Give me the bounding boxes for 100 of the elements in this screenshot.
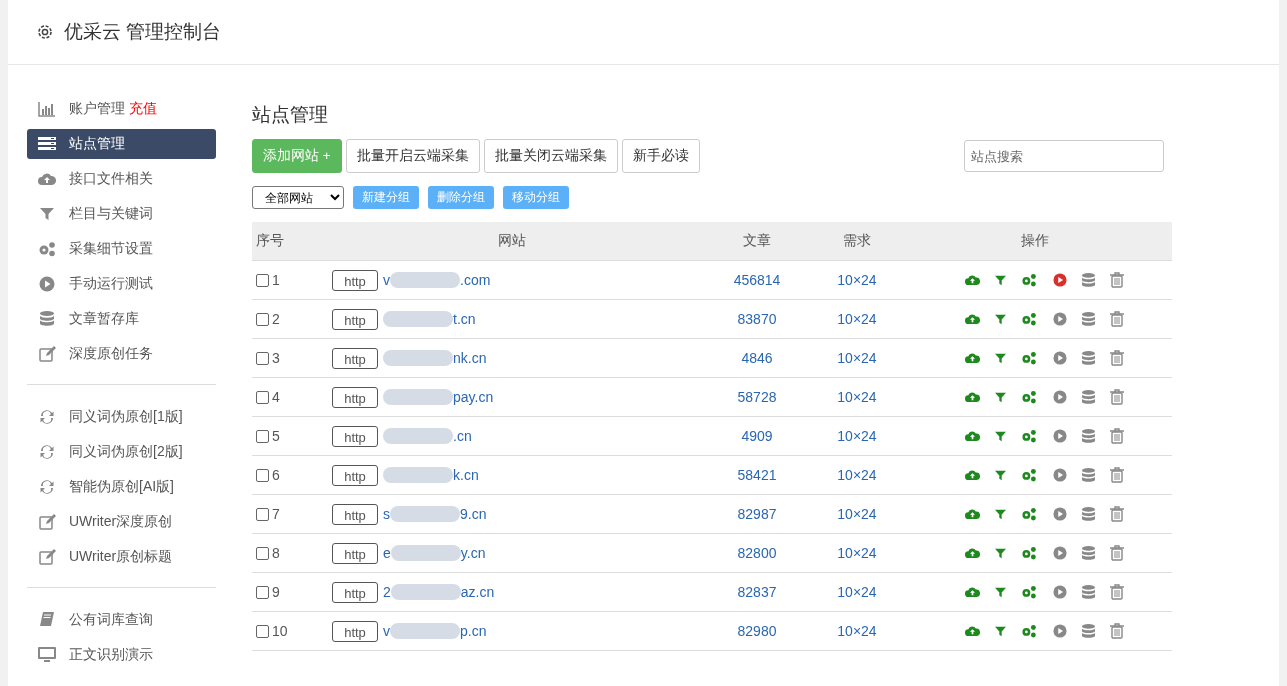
play-icon[interactable] bbox=[1052, 273, 1067, 287]
scheme-button[interactable]: http bbox=[332, 581, 378, 603]
article-count[interactable]: 82837 bbox=[737, 584, 777, 600]
domain-text[interactable]: t.cn bbox=[453, 311, 476, 327]
filter-icon[interactable] bbox=[995, 313, 1006, 325]
scheme-button[interactable]: http bbox=[332, 464, 378, 486]
domain-text[interactable]: az.cn bbox=[460, 584, 495, 600]
domain-text[interactable]: v bbox=[383, 623, 390, 639]
sidebar-item[interactable]: 同义词伪原创[2版] bbox=[27, 437, 216, 467]
cloud-upload-icon[interactable] bbox=[964, 508, 980, 520]
cloud-upload-icon[interactable] bbox=[964, 313, 980, 325]
gears-icon[interactable] bbox=[1021, 546, 1038, 560]
filter-icon[interactable] bbox=[995, 469, 1006, 481]
database-icon[interactable] bbox=[1081, 584, 1095, 600]
gears-icon[interactable] bbox=[1021, 624, 1038, 638]
article-count[interactable]: 82987 bbox=[737, 506, 777, 522]
domain-text[interactable]: p.cn bbox=[460, 623, 487, 639]
gears-icon[interactable] bbox=[1021, 273, 1038, 287]
domain-text[interactable]: nk.cn bbox=[453, 350, 487, 366]
cloud-upload-icon[interactable] bbox=[964, 274, 980, 286]
filter-icon[interactable] bbox=[995, 352, 1006, 364]
play-icon[interactable] bbox=[1052, 507, 1067, 521]
row-checkbox[interactable] bbox=[256, 273, 269, 287]
sidebar-item[interactable]: 深度原创任务 bbox=[27, 339, 216, 369]
row-checkbox[interactable] bbox=[256, 312, 269, 326]
sidebar-item[interactable]: 正文识别演示 bbox=[27, 640, 216, 670]
gears-icon[interactable] bbox=[1021, 507, 1038, 521]
row-checkbox[interactable] bbox=[256, 468, 269, 482]
scheme-button[interactable]: http bbox=[332, 425, 378, 447]
article-count[interactable]: 82800 bbox=[737, 545, 777, 561]
domain-text[interactable]: v bbox=[383, 272, 390, 288]
cloud-upload-icon[interactable] bbox=[964, 391, 980, 403]
database-icon[interactable] bbox=[1081, 545, 1095, 561]
delete-icon[interactable] bbox=[1110, 545, 1125, 561]
scheme-button[interactable]: http bbox=[332, 308, 378, 330]
sidebar-item[interactable]: 站点管理 bbox=[27, 129, 216, 159]
gears-icon[interactable] bbox=[1021, 468, 1038, 482]
gears-icon[interactable] bbox=[1021, 585, 1038, 599]
article-count[interactable]: 83870 bbox=[737, 311, 777, 327]
database-icon[interactable] bbox=[1081, 389, 1095, 405]
search-field[interactable]: 站点搜索 bbox=[964, 140, 1164, 172]
row-checkbox[interactable] bbox=[256, 390, 269, 404]
sidebar-item[interactable]: 公有词库查询 bbox=[27, 605, 216, 635]
sidebar-item[interactable]: 账户管理 充值 bbox=[27, 94, 216, 124]
domain-text[interactable]: 9.cn bbox=[460, 506, 487, 522]
play-icon[interactable] bbox=[1052, 468, 1067, 482]
database-icon[interactable] bbox=[1081, 311, 1095, 327]
delete-icon[interactable] bbox=[1110, 467, 1125, 483]
cloud-upload-icon[interactable] bbox=[964, 586, 980, 598]
database-icon[interactable] bbox=[1081, 350, 1095, 366]
database-icon[interactable] bbox=[1081, 506, 1095, 522]
scheme-button[interactable]: http bbox=[332, 347, 378, 369]
sidebar-item[interactable]: 栏目与关键词 bbox=[27, 199, 216, 229]
delete-icon[interactable] bbox=[1110, 272, 1125, 288]
play-icon[interactable] bbox=[1052, 312, 1067, 326]
toolbar-button[interactable]: 批量关闭云端采集 bbox=[483, 139, 618, 173]
filter-icon[interactable] bbox=[995, 586, 1006, 598]
database-icon[interactable] bbox=[1081, 623, 1095, 639]
sidebar-item[interactable]: 手动运行测试 bbox=[27, 269, 216, 299]
domain-text[interactable]: pay.cn bbox=[453, 389, 494, 405]
toolbar-button[interactable]: 批量开启云端采集 bbox=[345, 139, 480, 173]
filter-icon[interactable] bbox=[995, 430, 1006, 442]
sidebar-item[interactable]: UWriter深度原创 bbox=[27, 507, 216, 537]
article-count[interactable]: 4846 bbox=[741, 350, 773, 366]
scheme-button[interactable]: http bbox=[332, 620, 378, 642]
row-checkbox[interactable] bbox=[256, 351, 269, 365]
cloud-upload-icon[interactable] bbox=[964, 469, 980, 481]
scheme-button[interactable]: http bbox=[332, 503, 378, 525]
delete-icon[interactable] bbox=[1110, 584, 1125, 600]
article-count[interactable]: 456814 bbox=[733, 272, 781, 288]
sidebar-item[interactable]: 文章暂存库 bbox=[27, 304, 216, 334]
play-icon[interactable] bbox=[1052, 585, 1067, 599]
database-icon[interactable] bbox=[1081, 428, 1095, 444]
scheme-button[interactable]: http bbox=[332, 269, 378, 291]
row-checkbox[interactable] bbox=[256, 546, 269, 560]
filter-icon[interactable] bbox=[995, 508, 1006, 520]
group-dropdown[interactable]: 全部网站 bbox=[252, 186, 344, 209]
scheme-button[interactable]: http bbox=[332, 542, 378, 564]
delete-icon[interactable] bbox=[1110, 623, 1125, 639]
sidebar-item[interactable]: UWriter原创标题 bbox=[27, 542, 216, 572]
article-count[interactable]: 4909 bbox=[741, 428, 773, 444]
domain-text[interactable]: .com bbox=[460, 272, 491, 288]
article-count[interactable]: 58421 bbox=[737, 467, 777, 483]
cloud-upload-icon[interactable] bbox=[964, 625, 980, 637]
domain-text[interactable]: s bbox=[383, 506, 390, 522]
domain-text[interactable]: .cn bbox=[453, 428, 472, 444]
row-checkbox[interactable] bbox=[256, 429, 269, 443]
sidebar-item[interactable]: 采集细节设置 bbox=[27, 234, 216, 264]
play-icon[interactable] bbox=[1052, 351, 1067, 365]
filter-icon[interactable] bbox=[995, 391, 1006, 403]
database-icon[interactable] bbox=[1081, 467, 1095, 483]
delete-icon[interactable] bbox=[1110, 389, 1125, 405]
row-checkbox[interactable] bbox=[256, 624, 269, 638]
row-checkbox[interactable] bbox=[256, 585, 269, 599]
sidebar-item[interactable]: 接口文件相关 bbox=[27, 164, 216, 194]
gears-icon[interactable] bbox=[1021, 351, 1038, 365]
delete-icon[interactable] bbox=[1110, 428, 1125, 444]
delete-icon[interactable] bbox=[1110, 311, 1125, 327]
cloud-upload-icon[interactable] bbox=[964, 430, 980, 442]
gears-icon[interactable] bbox=[1021, 390, 1038, 404]
